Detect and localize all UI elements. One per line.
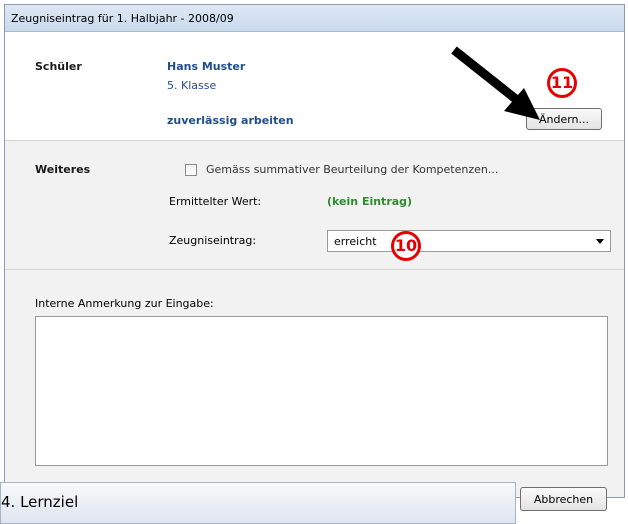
summative-checkbox-label[interactable]: Gemäss summativer Beurteilung der Kompet… bbox=[206, 163, 498, 176]
dialog-title: Zeugniseintrag für 1. Halbjahr - 2008/09 bbox=[11, 12, 234, 25]
notes-textarea[interactable] bbox=[35, 316, 608, 466]
further-panel: Weiteres Gemäss summativer Beurteilung d… bbox=[5, 141, 624, 270]
cancel-button-label: Abbrechen bbox=[533, 493, 594, 506]
student-class: 5. Klasse bbox=[167, 79, 217, 92]
notes-panel: Interne Anmerkung zur Eingabe: bbox=[5, 270, 624, 497]
report-entry-select[interactable]: erreicht bbox=[327, 230, 611, 252]
criterion-text: zuverlässig arbeiten bbox=[167, 114, 294, 127]
chevron-down-icon[interactable] bbox=[596, 239, 604, 244]
determined-value-label: Ermittelter Wert: bbox=[169, 195, 262, 208]
notes-label: Interne Anmerkung zur Eingabe: bbox=[35, 297, 214, 310]
further-section-label: Weiteres bbox=[35, 163, 91, 176]
cancel-button[interactable]: Abbrechen bbox=[520, 487, 607, 511]
background-window-title: 4. Lernziel bbox=[1, 493, 79, 511]
student-section-label: Schüler bbox=[35, 60, 82, 73]
annotation-marker-10: 10 bbox=[391, 231, 421, 261]
dialog-titlebar[interactable]: Zeugniseintrag für 1. Halbjahr - 2008/09 bbox=[5, 5, 624, 32]
report-entry-value: erreicht bbox=[334, 235, 377, 248]
annotation-arrow-icon bbox=[451, 46, 540, 120]
report-entry-label: Zeugniseintrag: bbox=[169, 234, 257, 247]
annotation-marker-11: 11 bbox=[547, 68, 577, 98]
determined-value: (kein Eintrag) bbox=[327, 195, 413, 208]
student-name: Hans Muster bbox=[167, 60, 246, 73]
summative-checkbox[interactable] bbox=[185, 164, 197, 176]
background-window-titlebar[interactable]: 4. Lernziel bbox=[0, 482, 516, 524]
